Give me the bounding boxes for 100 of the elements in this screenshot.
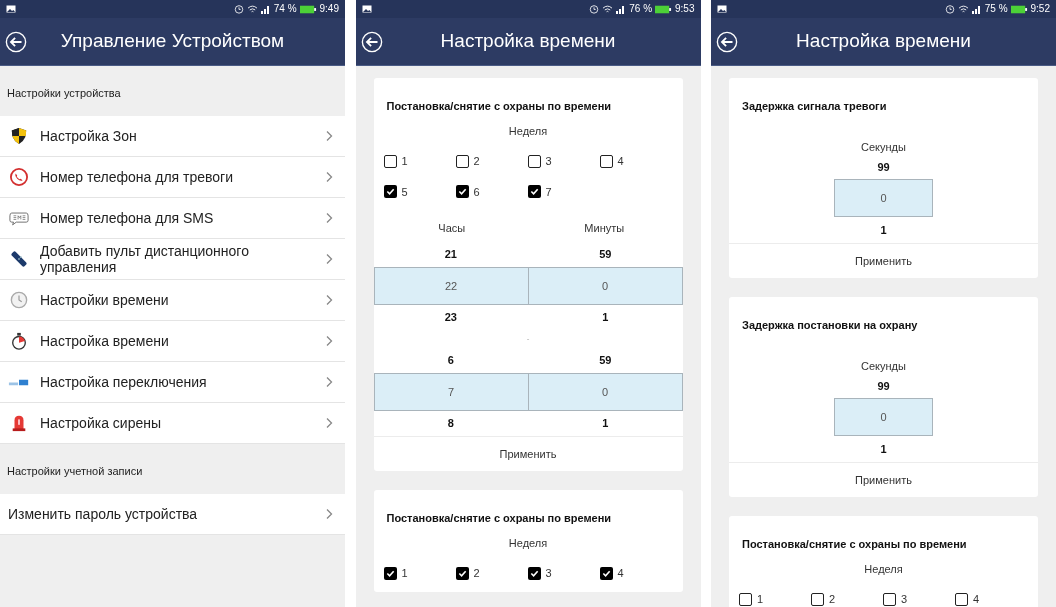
day-label: 4 (617, 566, 624, 581)
battery-percent: 75 % (984, 4, 1008, 14)
apply-button[interactable]: Применить (729, 243, 1038, 278)
day-label: 1 (757, 592, 764, 607)
clock-time: 9:52 (1030, 4, 1050, 14)
day-checkbox[interactable]: 7 (527, 183, 600, 200)
menu-item[interactable]: Настройка переключения (0, 362, 345, 403)
day-label: 7 (545, 184, 552, 200)
picker-value: 7 (447, 384, 455, 400)
day-label: 3 (545, 566, 552, 581)
range-separator: - (526, 333, 530, 345)
signal-icon (260, 4, 271, 14)
picker-value: 0 (880, 409, 887, 425)
day-checkbox[interactable]: 1 (739, 591, 811, 607)
wifi-icon (602, 4, 614, 14)
sms-bubble-icon (8, 210, 30, 226)
unit-label: Секунды (861, 139, 906, 155)
day-checkbox[interactable]: 1 (383, 565, 456, 582)
picker-value: 1 (880, 441, 887, 457)
day-checkbox[interactable]: 2 (811, 591, 883, 607)
day-checkbox[interactable]: 2 (455, 565, 528, 582)
chevron-right-icon (325, 376, 333, 388)
back-button[interactable] (359, 29, 384, 54)
clock-time: 9:53 (675, 4, 695, 14)
day-label: 3 (901, 592, 908, 607)
picker-value: 1 (602, 310, 609, 326)
menu-item[interactable]: Настройка Зон (0, 116, 345, 157)
battery-icon (655, 4, 673, 14)
screen-title: Настройка времени (440, 29, 616, 54)
chevron-right-icon (325, 212, 333, 224)
battery-icon (299, 4, 317, 14)
chevron-right-icon (325, 508, 333, 520)
selected-value-box[interactable]: 0 (834, 398, 933, 436)
clock-time: 9:49 (319, 4, 339, 14)
card-title: Задержка сигнала тревоги (742, 99, 888, 114)
picker-value: 0 (601, 278, 609, 294)
picker-value: 23 (444, 310, 457, 326)
day-checkbox[interactable]: 3 (527, 153, 600, 170)
picker-value: 99 (877, 378, 890, 394)
chevron-right-icon (325, 253, 333, 265)
picker-value: 59 (599, 247, 612, 263)
back-button[interactable] (715, 29, 739, 54)
chevron-right-icon (325, 171, 333, 183)
day-checkbox[interactable]: 5 (383, 183, 456, 200)
battery-percent: 76 % (629, 4, 653, 14)
day-checkbox[interactable]: 3 (883, 591, 955, 607)
unit-label: Секунды (861, 358, 906, 374)
picker-value: 21 (444, 247, 457, 263)
picker-value: 6 (447, 353, 454, 369)
menu-item[interactable]: Настройка сирены (0, 403, 345, 444)
card-title: Постановка/снятие с охраны по времени (742, 537, 968, 552)
day-label: 4 (617, 154, 624, 169)
week-label: Неделя (508, 123, 548, 139)
clock-icon (8, 291, 30, 309)
menu-item[interactable]: Настройка времени (0, 321, 345, 362)
wifi-icon (246, 4, 258, 14)
image-icon (717, 5, 727, 13)
day-label: 2 (829, 592, 836, 607)
chevron-right-icon (325, 294, 333, 306)
day-checkbox[interactable]: 6 (455, 183, 528, 200)
battery-icon (1010, 4, 1028, 14)
signal-icon (616, 4, 627, 14)
card-title: Постановка/снятие с охраны по времени (386, 511, 613, 526)
apply-button[interactable]: Применить (729, 462, 1038, 497)
screen-title: Управление Устройством (60, 29, 285, 54)
menu-item[interactable]: Изменить пароль устройства (0, 494, 345, 535)
back-button[interactable] (4, 29, 28, 54)
menu-item[interactable]: Номер телефона для тревоги (0, 157, 345, 198)
day-label: 1 (401, 566, 408, 581)
menu-item[interactable]: Номер телефона для SMS (0, 198, 345, 239)
picker-value: 1 (880, 222, 887, 238)
chevron-right-icon (325, 130, 333, 142)
day-checkbox[interactable]: 4 (599, 565, 672, 582)
alarm-clock-icon (944, 4, 955, 14)
day-checkbox[interactable]: 2 (455, 153, 528, 170)
menu-item[interactable]: Добавить пульт дистанционного управления (0, 239, 345, 280)
signal-icon (971, 4, 982, 14)
week-label: Неделя (864, 561, 903, 577)
image-icon (361, 5, 372, 13)
image-icon (6, 5, 16, 13)
picker-value: 59 (599, 353, 612, 369)
day-label: 6 (473, 184, 480, 200)
day-checkbox[interactable]: 4 (599, 153, 672, 170)
alarm-clock-icon (589, 4, 600, 14)
card-title: Задержка постановки на охрану (742, 318, 919, 333)
column-label: Минуты (584, 221, 625, 236)
card-title: Постановка/снятие с охраны по времени (386, 99, 613, 114)
selected-value-box[interactable]: 0 (834, 179, 933, 217)
menu-item[interactable]: Настройки времени (0, 280, 345, 321)
apply-button[interactable]: Применить (373, 436, 683, 471)
chevron-right-icon (325, 417, 333, 429)
day-checkbox[interactable]: 3 (527, 565, 600, 582)
section-header: Настройки учетной записи (7, 463, 143, 479)
day-checkbox[interactable]: 1 (383, 153, 456, 170)
day-label: 1 (401, 154, 408, 169)
screen-title: Настройка времени (796, 29, 971, 54)
alarm-clock-icon (233, 4, 244, 14)
day-label: 4 (973, 592, 980, 607)
day-checkbox[interactable]: 4 (955, 591, 1027, 607)
day-label: 2 (473, 566, 480, 581)
